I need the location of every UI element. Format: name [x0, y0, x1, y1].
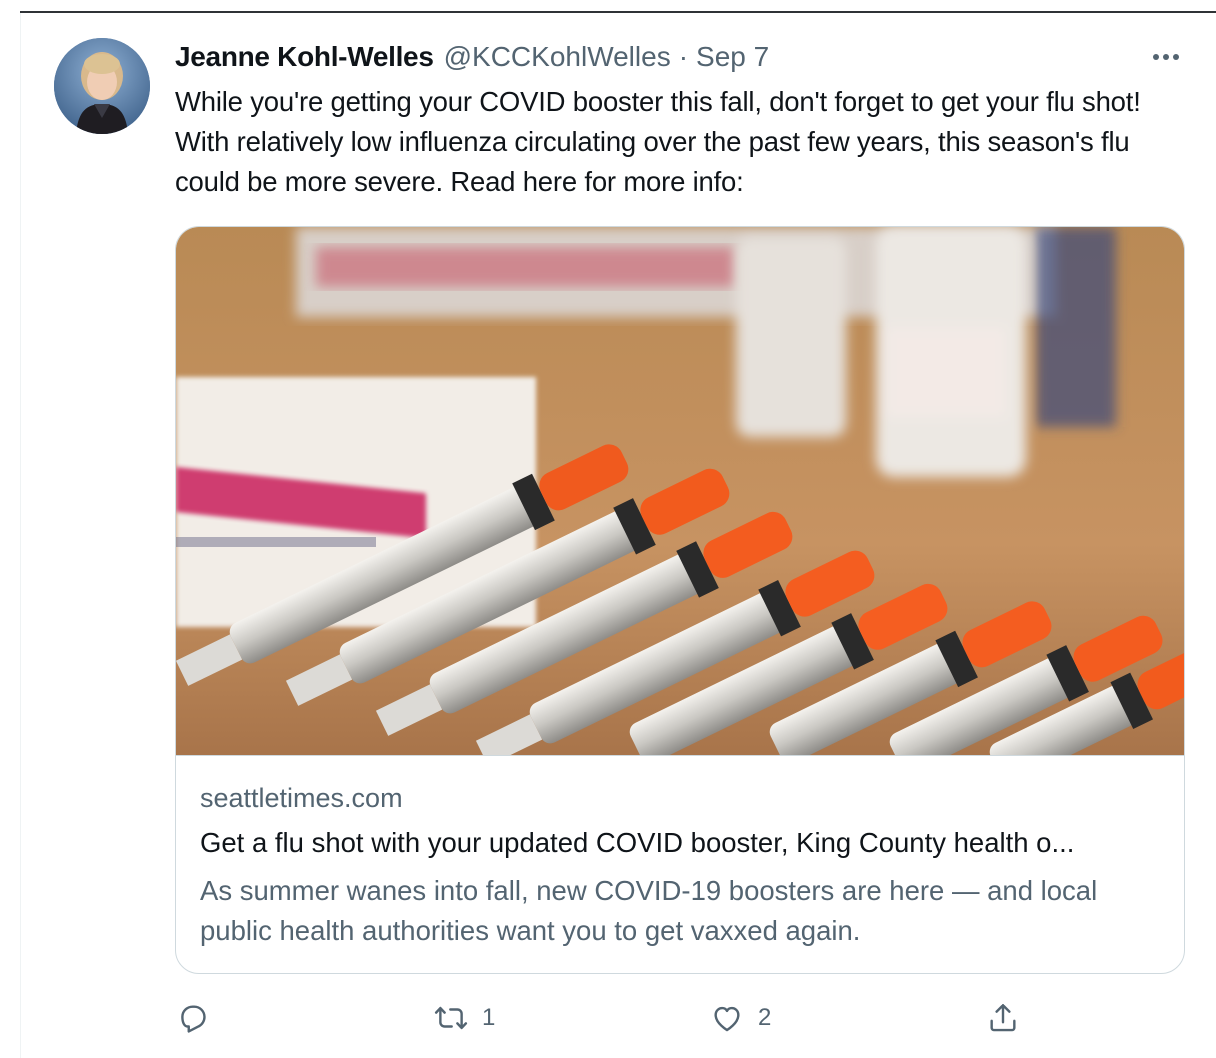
tweet-date[interactable]: Sep 7: [696, 41, 769, 73]
card-title: Get a flu shot with your updated COVID b…: [200, 827, 1075, 858]
link-card[interactable]: seattletimes.com Get a flu shot with you…: [175, 226, 1185, 974]
more-dot: [1153, 54, 1159, 60]
more-dot: [1163, 54, 1169, 60]
reply-button[interactable]: [176, 996, 210, 1040]
share-button[interactable]: [986, 996, 1020, 1040]
more-dot: [1173, 54, 1179, 60]
retweet-button[interactable]: 1: [434, 996, 495, 1040]
separator-dot: ·: [678, 41, 689, 72]
more-options-icon[interactable]: [1146, 44, 1186, 70]
card-image[interactable]: [176, 227, 1184, 756]
author-name[interactable]: Jeanne Kohl-Welles: [175, 41, 434, 73]
retweet-icon: [434, 1006, 468, 1030]
like-button[interactable]: 2: [710, 996, 771, 1040]
share-icon: [990, 1004, 1016, 1032]
timeline-border: [20, 13, 21, 1058]
timeline-divider: [20, 11, 1216, 13]
tweet-actions: 1 2: [172, 996, 1072, 1040]
author-handle[interactable]: @KCCKohlWelles: [444, 41, 671, 73]
reply-icon: [181, 1005, 206, 1033]
tweet-text: While you're getting your COVID booster …: [175, 86, 1141, 197]
avatar[interactable]: [54, 38, 150, 134]
syringes-photo: [176, 227, 1184, 755]
avatar-photo: [54, 38, 150, 134]
like-count: 2: [758, 1004, 772, 1031]
card-domain: seattletimes.com: [200, 783, 403, 813]
retweet-count: 1: [482, 1004, 496, 1031]
tweet-header: Jeanne Kohl-Welles @KCCKohlWelles · Sep …: [175, 40, 1196, 74]
card-description: As summer wanes into fall, new COVID-19 …: [200, 875, 1098, 946]
heart-icon: [714, 1006, 740, 1032]
